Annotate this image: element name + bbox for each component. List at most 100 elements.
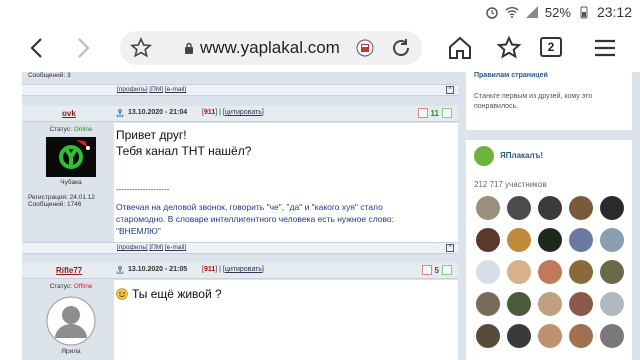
post-body: Ты ещё живой ? bbox=[114, 280, 458, 360]
email-link[interactable]: [e-mail] bbox=[165, 86, 186, 93]
vk-banner-text[interactable]: Правилам страницей bbox=[474, 72, 548, 79]
member-avatar[interactable] bbox=[538, 292, 562, 316]
post-author[interactable]: Rifle77 bbox=[56, 266, 82, 275]
post-footer-bar: [профиль] [ПМ] [e-mail] ^ bbox=[22, 242, 458, 254]
quote-link[interactable]: цитировать bbox=[225, 109, 262, 116]
member-avatar[interactable] bbox=[507, 324, 531, 348]
member-avatar[interactable] bbox=[507, 228, 531, 252]
user-avatar[interactable] bbox=[46, 296, 96, 346]
member-avatar[interactable] bbox=[538, 228, 562, 252]
member-avatar[interactable] bbox=[569, 196, 593, 220]
post-anchor-icon[interactable] bbox=[116, 266, 124, 274]
signal-icon bbox=[525, 6, 538, 18]
member-avatar[interactable] bbox=[476, 260, 500, 284]
avatar-caption: Ярила bbox=[61, 348, 81, 355]
member-avatar[interactable] bbox=[569, 260, 593, 284]
member-avatar[interactable] bbox=[476, 196, 500, 220]
lock-icon bbox=[185, 42, 193, 54]
member-avatar[interactable] bbox=[507, 196, 531, 220]
address-bar[interactable]: www.yaplakal.com bbox=[120, 31, 422, 65]
member-avatar[interactable] bbox=[507, 292, 531, 316]
reader-mode-icon[interactable] bbox=[356, 39, 374, 57]
profile-link[interactable]: [профиль] bbox=[117, 86, 148, 93]
status-label: Статус: bbox=[49, 126, 72, 133]
status-online: Online bbox=[73, 126, 93, 133]
group-members: 212 717 участников bbox=[474, 180, 547, 189]
member-avatar[interactable] bbox=[600, 228, 624, 252]
post-header: ovk 13.10.2020 - 21:04 [911] | [цитирова… bbox=[22, 106, 458, 122]
post-footer-bar: [профиль] [ПМ] [e-mail] ^ bbox=[22, 84, 458, 96]
menu-icon[interactable] bbox=[592, 35, 618, 61]
bookmark-star-icon[interactable] bbox=[130, 37, 152, 59]
post-line: Ты ещё живой ? bbox=[132, 287, 222, 301]
url-text: www.yaplakal.com bbox=[200, 38, 340, 57]
smiley-icon bbox=[116, 288, 128, 300]
user-info: Статус: Online Чубака Регистрация: 24.01… bbox=[26, 126, 116, 208]
status-offline: Offline bbox=[73, 283, 93, 290]
signature-text: Отвечая на деловой звонок, говорить "че"… bbox=[116, 202, 394, 236]
member-avatar[interactable] bbox=[569, 228, 593, 252]
post-header: Rifle77 13.10.2020 - 21:05 [911] | [цити… bbox=[22, 263, 458, 279]
member-avatar[interactable] bbox=[600, 292, 624, 316]
right-sidebar: Правилам страницей Станьте первым из дру… bbox=[458, 72, 640, 360]
member-avatar[interactable] bbox=[600, 324, 624, 348]
post-anchor-icon[interactable] bbox=[116, 109, 124, 117]
member-avatar[interactable] bbox=[600, 260, 624, 284]
vk-like-text: Станьте первым из друзей, кому это понра… bbox=[474, 93, 593, 110]
post-body: Привет друг! Тебя канал ТНТ нашёл? -----… bbox=[114, 123, 458, 242]
forward-arrow-icon bbox=[78, 38, 90, 58]
member-avatar[interactable] bbox=[476, 324, 500, 348]
forum-thread: Сообщений: 3 [профиль] [ПМ] [e-mail] ^ o… bbox=[22, 72, 458, 360]
user-avatar[interactable] bbox=[46, 137, 96, 177]
member-avatar[interactable] bbox=[600, 196, 624, 220]
forward-button[interactable] bbox=[70, 34, 98, 62]
profile-link[interactable]: [профиль] bbox=[117, 244, 148, 251]
member-avatar[interactable] bbox=[538, 260, 562, 284]
member-avatar[interactable] bbox=[476, 228, 500, 252]
post-number[interactable]: 911 bbox=[204, 109, 215, 116]
wifi-icon bbox=[505, 7, 519, 18]
user-info: Статус: Offline Ярила bbox=[26, 283, 116, 355]
alarm-icon bbox=[486, 7, 498, 19]
pm-link[interactable]: [ПМ] bbox=[149, 244, 163, 251]
member-avatar[interactable] bbox=[476, 292, 500, 316]
prev-post-messages: Сообщений: 3 bbox=[28, 72, 71, 79]
post-text: Привет друг! Тебя канал ТНТ нашёл? bbox=[116, 127, 251, 159]
home-icon[interactable] bbox=[447, 35, 473, 61]
rate-down-button[interactable] bbox=[417, 108, 428, 118]
vk-group-widget: ЯПлакалъ! 212 717 участников bbox=[466, 140, 632, 360]
email-link[interactable]: [e-mail] bbox=[165, 244, 186, 251]
post-line: Привет друг! bbox=[116, 128, 187, 142]
post-rating: 5 bbox=[421, 265, 452, 275]
rate-up-button[interactable] bbox=[442, 108, 452, 118]
member-avatar[interactable] bbox=[538, 196, 562, 220]
rate-up-button[interactable] bbox=[442, 265, 452, 275]
rating-score: 11 bbox=[430, 108, 439, 118]
avatar-caption: Чубака bbox=[60, 179, 82, 186]
scroll-top-button[interactable]: ^ bbox=[446, 86, 454, 94]
rate-down-button[interactable] bbox=[421, 265, 432, 275]
post-meta: [911] | [цитировать] bbox=[202, 266, 264, 273]
scroll-top-button[interactable]: ^ bbox=[446, 244, 454, 252]
post-number[interactable]: 911 bbox=[204, 266, 215, 273]
group-name[interactable]: ЯПлакалъ! bbox=[500, 151, 543, 160]
quote-link[interactable]: цитировать bbox=[225, 266, 262, 273]
user-messages: Сообщений: 1746 bbox=[28, 201, 82, 208]
bookmarks-icon[interactable] bbox=[496, 35, 522, 61]
page-content: Сообщений: 3 [профиль] [ПМ] [e-mail] ^ o… bbox=[0, 72, 640, 360]
pm-link[interactable]: [ПМ] bbox=[149, 86, 163, 93]
back-button[interactable] bbox=[22, 34, 50, 62]
member-avatar[interactable] bbox=[569, 324, 593, 348]
signature-separator: -------------------- bbox=[116, 185, 170, 194]
back-arrow-icon bbox=[30, 38, 42, 58]
battery-icon bbox=[580, 6, 588, 19]
post-meta: [911] | [цитировать] bbox=[202, 109, 264, 116]
post-datetime: 13.10.2020 - 21:05 bbox=[128, 266, 188, 273]
member-avatar[interactable] bbox=[538, 324, 562, 348]
group-logo[interactable] bbox=[474, 146, 494, 166]
member-avatar[interactable] bbox=[569, 292, 593, 316]
reload-icon[interactable] bbox=[390, 37, 412, 59]
member-avatar[interactable] bbox=[507, 260, 531, 284]
post-author[interactable]: ovk bbox=[62, 109, 76, 118]
tabs-button[interactable]: 2 bbox=[540, 37, 562, 57]
